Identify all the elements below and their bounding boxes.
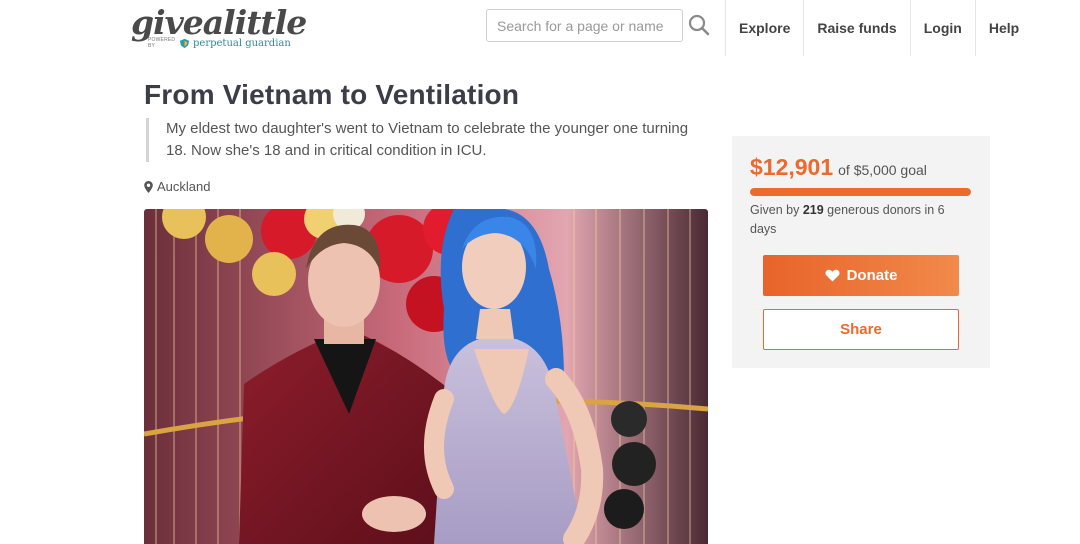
page-title: From Vietnam to Ventilation [144, 79, 520, 110]
shield-icon [179, 38, 190, 48]
funds-raised: $12,901 of $5,000 goal [750, 154, 927, 181]
progress-fill [750, 188, 971, 196]
progress-bar [750, 188, 971, 196]
search-icon[interactable] [688, 14, 710, 36]
map-pin-icon [144, 180, 153, 193]
donation-card: $12,901 of $5,000 goal Given by 219 gene… [732, 136, 990, 368]
page-summary: My eldest two daughter's went to Vietnam… [146, 118, 706, 162]
donor-summary: Given by 219 generous donors in 6 days [750, 201, 965, 239]
donate-label: Donate [846, 267, 898, 284]
location-label: Auckland [157, 179, 211, 194]
hero-photo [144, 209, 708, 544]
hero-photo-illustration [144, 209, 708, 544]
logo-powered-by: POWERED BY [148, 37, 176, 49]
nav-help[interactable]: Help [974, 0, 1019, 56]
search-input[interactable] [487, 10, 682, 41]
logo-partner-line: POWERED BY perpetual guardian [148, 37, 291, 49]
top-nav: Explore Raise funds Login Help [725, 0, 1019, 56]
location: Auckland [144, 179, 210, 194]
logo-wordmark: givealittle [131, 3, 307, 42]
share-button[interactable]: Share [763, 309, 959, 350]
search-field[interactable] [486, 9, 683, 42]
nav-explore[interactable]: Explore [725, 0, 803, 56]
heart-icon [825, 269, 840, 282]
nav-login[interactable]: Login [909, 0, 975, 56]
logo-partner-name: perpetual guardian [193, 37, 291, 49]
donate-button[interactable]: Donate [763, 255, 959, 296]
givealittle-logo[interactable]: givealittle POWERED BY perpetual guardia… [131, 3, 307, 50]
donors-prefix: Given by [750, 203, 800, 217]
raised-amount: $12,901 [750, 154, 834, 180]
nav-raise-funds[interactable]: Raise funds [803, 0, 909, 56]
donors-count: 219 [802, 203, 824, 217]
goal-text: of $5,000 goal [838, 162, 927, 178]
